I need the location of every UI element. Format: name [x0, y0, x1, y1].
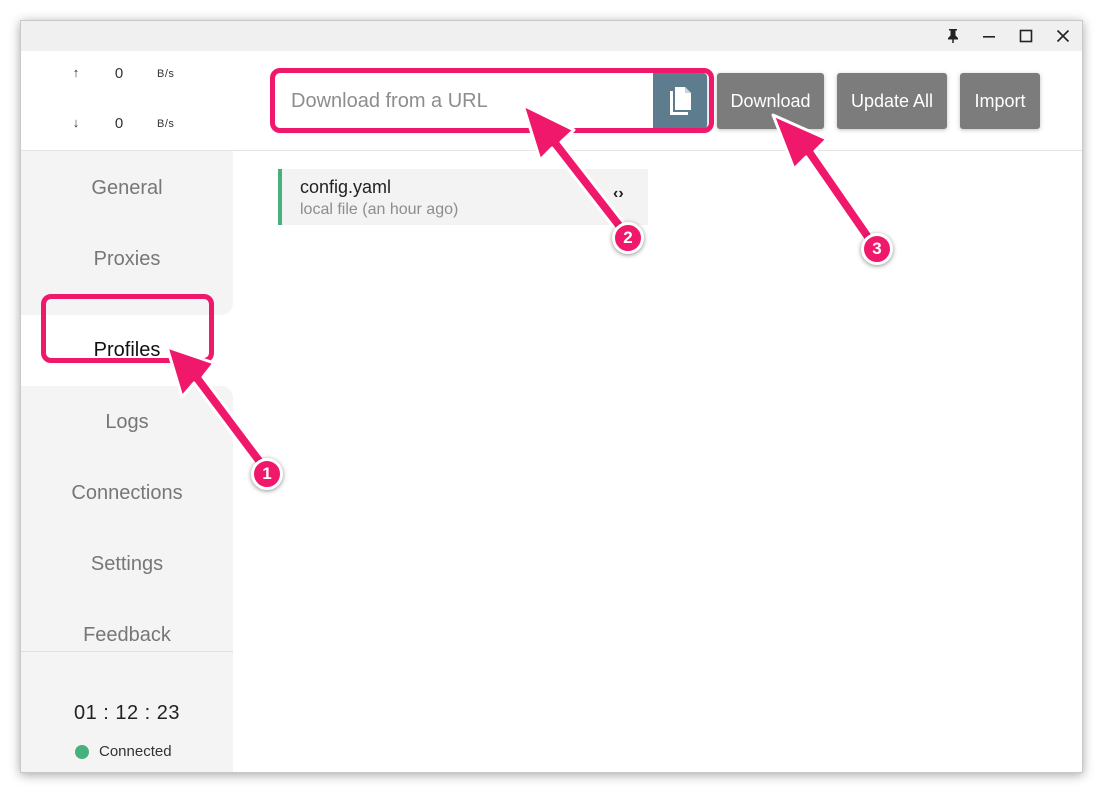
download-value: 0 — [114, 115, 124, 132]
traffic-panel: ↑ 0 B/s ↓ 0 B/s — [21, 51, 233, 151]
status-dot-icon — [75, 744, 89, 759]
profiles-toolbar: Download Update All Import — [233, 51, 1082, 151]
connection-status: Connected — [75, 743, 172, 760]
sidebar-footer: 01 : 12 : 23 Connected — [21, 651, 233, 772]
download-arrow-icon: ↓ — [72, 115, 80, 130]
profile-card[interactable]: config.yaml local file (an hour ago) ‹› — [278, 169, 648, 225]
sidebar: ↑ 0 B/s ↓ 0 B/s General Proxies Profiles… — [21, 51, 233, 772]
minimize-icon[interactable] — [974, 24, 1004, 48]
profile-name: config.yaml — [300, 177, 392, 197]
code-icon[interactable]: ‹› — [613, 185, 624, 203]
paste-button[interactable] — [653, 73, 707, 129]
profile-meta: local file (an hour ago) — [300, 201, 459, 218]
sidebar-item-general[interactable]: General — [21, 153, 233, 224]
upload-speed: ↑ 0 B/s — [21, 65, 233, 89]
url-input[interactable] — [275, 73, 653, 129]
download-unit: B/s — [157, 118, 175, 130]
update-all-button[interactable]: Update All — [837, 73, 947, 129]
app-window: ↑ 0 B/s ↓ 0 B/s General Proxies Profiles… — [20, 20, 1083, 773]
upload-value: 0 — [114, 65, 124, 82]
sidebar-item-profiles[interactable]: Profiles — [21, 315, 233, 386]
upload-arrow-icon: ↑ — [72, 65, 80, 80]
title-bar — [21, 21, 1082, 51]
uptime-timer: 01 : 12 : 23 — [73, 702, 181, 724]
annotation-badge-2: 2 — [612, 222, 644, 254]
sidebar-item-logs[interactable]: Logs — [21, 387, 233, 458]
url-input-group — [275, 73, 707, 129]
upload-unit: B/s — [157, 68, 175, 80]
profile-selected-indicator — [278, 169, 282, 225]
paste-icon — [670, 87, 691, 115]
sidebar-item-settings[interactable]: Settings — [21, 529, 233, 600]
nav-corner-top — [21, 291, 233, 315]
close-icon[interactable] — [1048, 24, 1078, 48]
status-label: Connected — [99, 743, 172, 760]
sidebar-item-proxies[interactable]: Proxies — [21, 224, 233, 295]
download-speed: ↓ 0 B/s — [21, 115, 233, 139]
import-button[interactable]: Import — [960, 73, 1040, 129]
annotation-badge-3: 3 — [861, 233, 893, 265]
sidebar-item-connections[interactable]: Connections — [21, 458, 233, 529]
pin-icon[interactable] — [938, 24, 968, 48]
annotation-badge-1: 1 — [251, 458, 283, 490]
maximize-icon[interactable] — [1011, 24, 1041, 48]
download-button[interactable]: Download — [717, 73, 824, 129]
